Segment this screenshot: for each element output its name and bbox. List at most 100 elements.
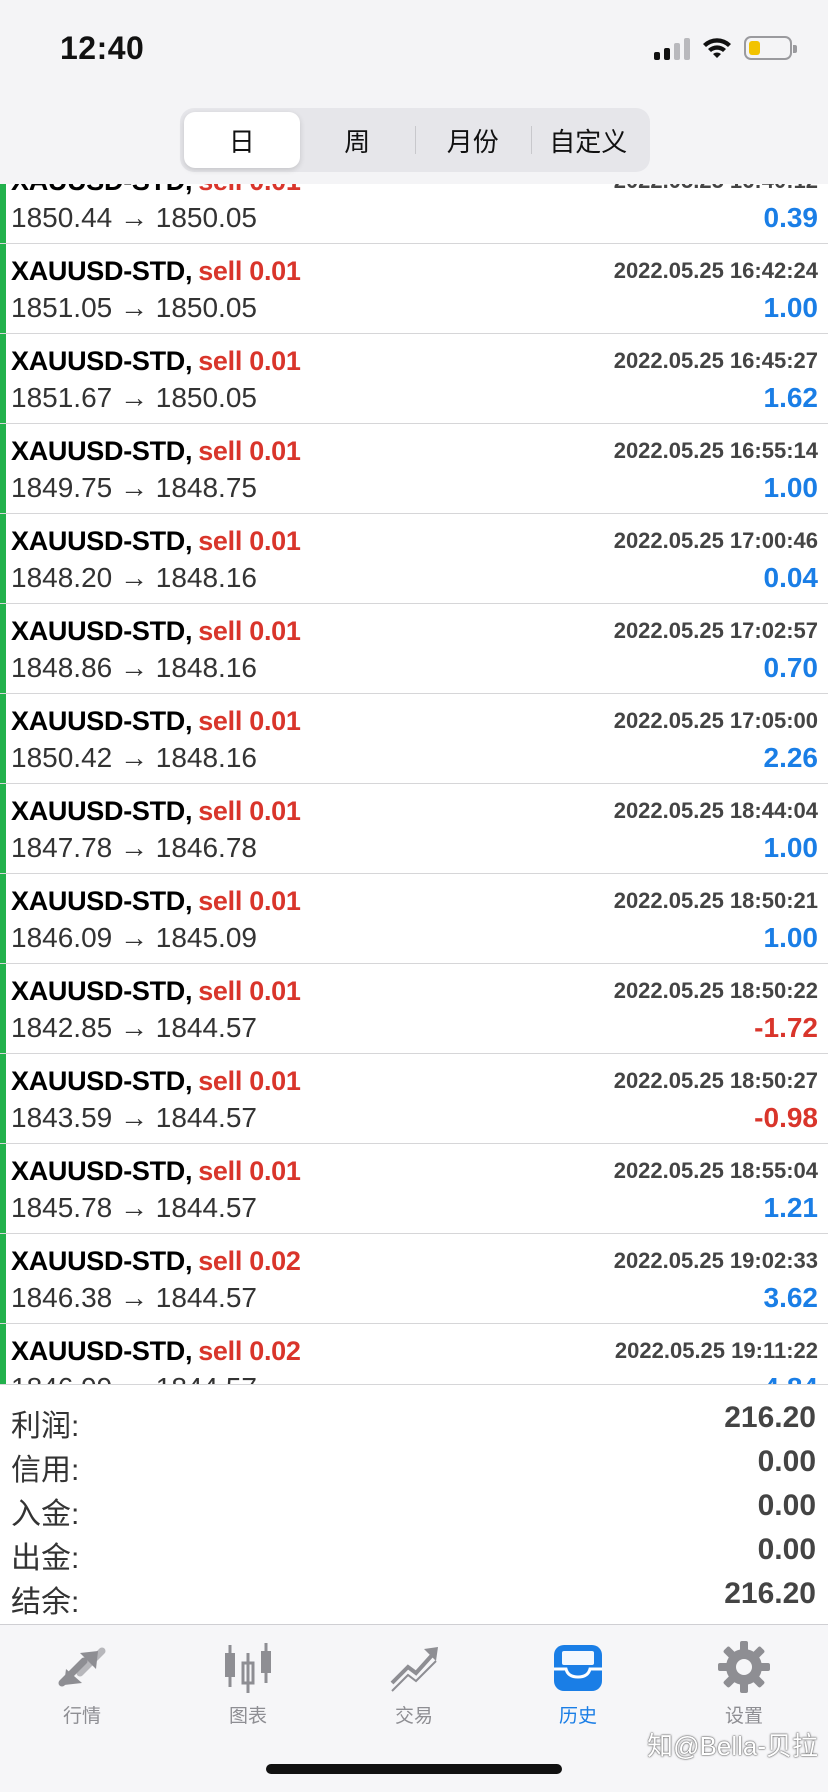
tab-settings[interactable]: 设置 (684, 1639, 804, 1728)
deal-row[interactable]: XAUUSD-STD, sell 0.01 1848.20 → 1848.16 202… (0, 514, 828, 604)
deal-symbol-name: XAUUSD-STD, (11, 976, 193, 1006)
deal-profit: 0.39 (763, 202, 819, 233)
deal-symbol: XAUUSD-STD,sell 0.01 (11, 436, 301, 467)
deal-time: 2022.05.25 18:50:22 (613, 978, 818, 1003)
summary-label: 入金: (11, 1498, 80, 1531)
deal-side-volume: sell 0.02 (198, 1246, 301, 1276)
tab-custom[interactable]: 自定义 (530, 112, 647, 168)
deal-side-volume: sell 0.01 (198, 346, 301, 376)
deal-time: 2022.05.25 16:55:14 (613, 438, 818, 463)
deal-time: 2022.05.25 18:55:04 (613, 1158, 818, 1183)
deal-row[interactable]: XAUUSD-STD, sell 0.01 1847.78 → 1846.78 202… (0, 784, 828, 874)
deal-side-volume: sell 0.01 (198, 886, 301, 916)
summary-value: 0.00 (757, 1445, 816, 1478)
deal-row[interactable]: XAUUSD-STD, sell 0.01 1848.86 → 1848.16 202… (0, 604, 828, 694)
battery-icon (744, 36, 797, 60)
deal-prices: 1845.78 → 1844.57 (11, 1192, 257, 1223)
summary-label: 利润: (11, 1410, 80, 1443)
deal-row[interactable]: XAUUSD-STD, sell 0.01 1845.78 → 1844.57 202… (0, 1144, 828, 1234)
tab-label: 历史 (558, 1706, 597, 1727)
tab-label: 图表 (228, 1706, 267, 1727)
deal-time: 2022.05.25 19:11:22 (614, 1338, 818, 1363)
history-inbox-icon (554, 1645, 602, 1691)
summary-value: 216.20 (724, 1577, 816, 1610)
summary-deposit-row: 入金: 0.00 (0, 1487, 828, 1531)
deal-symbol: XAUUSD-STD,sell 0.01 (11, 1156, 301, 1187)
deal-time: 2022.05.25 18:50:21 (613, 888, 818, 913)
deal-row[interactable]: XAUUSD-STD, sell 0.01 1846.09 → 1845.09 202… (0, 874, 828, 964)
deal-prices: 1843.59 → 1844.57 (11, 1102, 257, 1133)
deals-list[interactable]: XAUUSD-STD,sell 0.011850.44 → 1850.05202… (0, 184, 828, 1384)
status-time: 12:40 (60, 30, 145, 66)
deal-row[interactable]: XAUUSD-STD, sell 0.02 1846.38 → 1844.57 202… (0, 1234, 828, 1324)
tab-quotes[interactable]: 行情 (22, 1639, 142, 1728)
tab-day[interactable]: 日 (184, 112, 300, 168)
tab-charts[interactable]: 图表 (188, 1639, 308, 1728)
deal-profit: -1.72 (754, 1012, 818, 1043)
deal-side-volume: sell 0.01 (198, 184, 301, 196)
deal-symbol-name: XAUUSD-STD, (11, 526, 193, 556)
deal-symbol-name: XAUUSD-STD, (11, 796, 193, 826)
summary-balance-row: 结余: 216.20 (0, 1575, 828, 1619)
deal-profit: -0.98 (754, 1102, 818, 1133)
tab-history[interactable]: 历史 (518, 1639, 638, 1728)
deal-side-volume: sell 0.01 (198, 706, 301, 736)
deal-profit: 1.00 (763, 832, 819, 863)
deal-prices: 1848.20 → 1848.16 (11, 562, 257, 593)
deal-symbol: XAUUSD-STD,sell 0.01 (11, 526, 301, 557)
deal-row[interactable]: XAUUSD-STD, sell 0.01 1851.67 → 1850.05 202… (0, 334, 828, 424)
summary-value: 0.00 (757, 1533, 816, 1566)
deal-symbol-name: XAUUSD-STD, (11, 616, 193, 646)
gear-icon (718, 1641, 770, 1693)
deal-row[interactable]: XAUUSD-STD, sell 0.01 1850.42 → 1848.16 202… (0, 694, 828, 784)
deal-symbol-name: XAUUSD-STD, (11, 184, 193, 196)
deal-row[interactable]: XAUUSD-STD, sell 0.01 1850.44 → 1850.05 202… (0, 184, 828, 244)
deal-symbol: XAUUSD-STD,sell 0.01 (11, 976, 301, 1007)
deal-row[interactable]: XAUUSD-STD, sell 0.01 1849.75 → 1848.75 202… (0, 424, 828, 514)
deal-symbol: XAUUSD-STD, sell 0.02 (11, 1246, 301, 1277)
deal-prices: 1846.38 → 1844.57 (11, 1282, 257, 1313)
tab-week[interactable]: 周 (300, 112, 416, 168)
deal-row[interactable]: XAUUSD-STD, sell 0.01 1843.59 → 1844.57 202… (0, 1054, 828, 1144)
deal-time: 2022.05.25 16:42:24 (613, 258, 818, 283)
tab-trade[interactable]: 交易 (354, 1639, 474, 1728)
deal-row[interactable]: XAUUSD-STD, sell 0.01 1842.85 → 1844.57 202… (0, 964, 828, 1054)
deal-row[interactable]: XAUUSD-STD, sell 0.01 1851.05 → 1850.05 202… (0, 244, 828, 334)
summary-profit-row: 利润: 216.20 (0, 1399, 828, 1443)
deal-symbol: XAUUSD-STD,sell 0.01 (11, 616, 301, 647)
deal-symbol-name: XAUUSD-STD, (11, 1066, 193, 1096)
tab-label: 交易 (394, 1706, 433, 1727)
deal-symbol: XAUUSD-STD,sell 0.01 (11, 706, 301, 737)
deal-side-volume: sell 0.01 (198, 616, 301, 646)
deal-profit: 0.04 (763, 562, 819, 593)
deal-time: 2022.05.25 16:45:27 (613, 348, 818, 373)
deal-prices: 1850.44 → 1850.05 (11, 202, 257, 233)
deal-time: 2022.05.25 16:40:12 (614, 184, 818, 194)
deal-prices: 1850.42 → 1848.16 (11, 742, 257, 773)
deal-time: 2022.05.25 18:50:27 (613, 1068, 818, 1093)
deal-side-volume: sell 0.02 (198, 1336, 301, 1366)
deal-prices: 1842.85 → 1844.57 (11, 1012, 257, 1043)
home-indicator[interactable] (266, 1764, 562, 1774)
period-selector-bar: 日 周 月份 自定义 (0, 100, 828, 184)
deal-time: 2022.05.25 18:44:04 (613, 798, 818, 823)
deal-symbol: XAUUSD-STD,sell 0.01 (11, 886, 301, 917)
deal-symbol-name: XAUUSD-STD, (11, 1336, 193, 1366)
deal-profit: 2.26 (763, 742, 819, 773)
deal-side-volume: sell 0.01 (198, 436, 301, 466)
deal-row[interactable]: XAUUSD-STD,sell 0.02 1846.99 → 1844.57 202… (0, 1324, 828, 1384)
tab-label: 行情 (62, 1706, 101, 1727)
deal-prices: 1846.99 → 1844.57 (11, 1372, 257, 1384)
summary-withdrawal-row: 出金: 0.00 (0, 1531, 828, 1575)
quotes-arrows-icon (58, 1647, 106, 1687)
deal-symbol-name: XAUUSD-STD, (11, 706, 193, 736)
deal-profit: 1.62 (763, 382, 819, 413)
deal-side-volume: sell 0.01 (198, 1066, 301, 1096)
summary-label: 结余: (11, 1586, 80, 1619)
deal-prices: 1847.78 → 1846.78 (11, 832, 257, 863)
deal-time: 2022.05.25 17:00:46 (613, 528, 818, 553)
deal-prices: 1849.75 → 1848.75 (11, 472, 257, 503)
period-segmented-control: 日 周 月份 自定义 (180, 108, 650, 172)
deal-time: 2022.05.25 17:05:00 (613, 708, 818, 733)
tab-month[interactable]: 月份 (415, 112, 531, 168)
